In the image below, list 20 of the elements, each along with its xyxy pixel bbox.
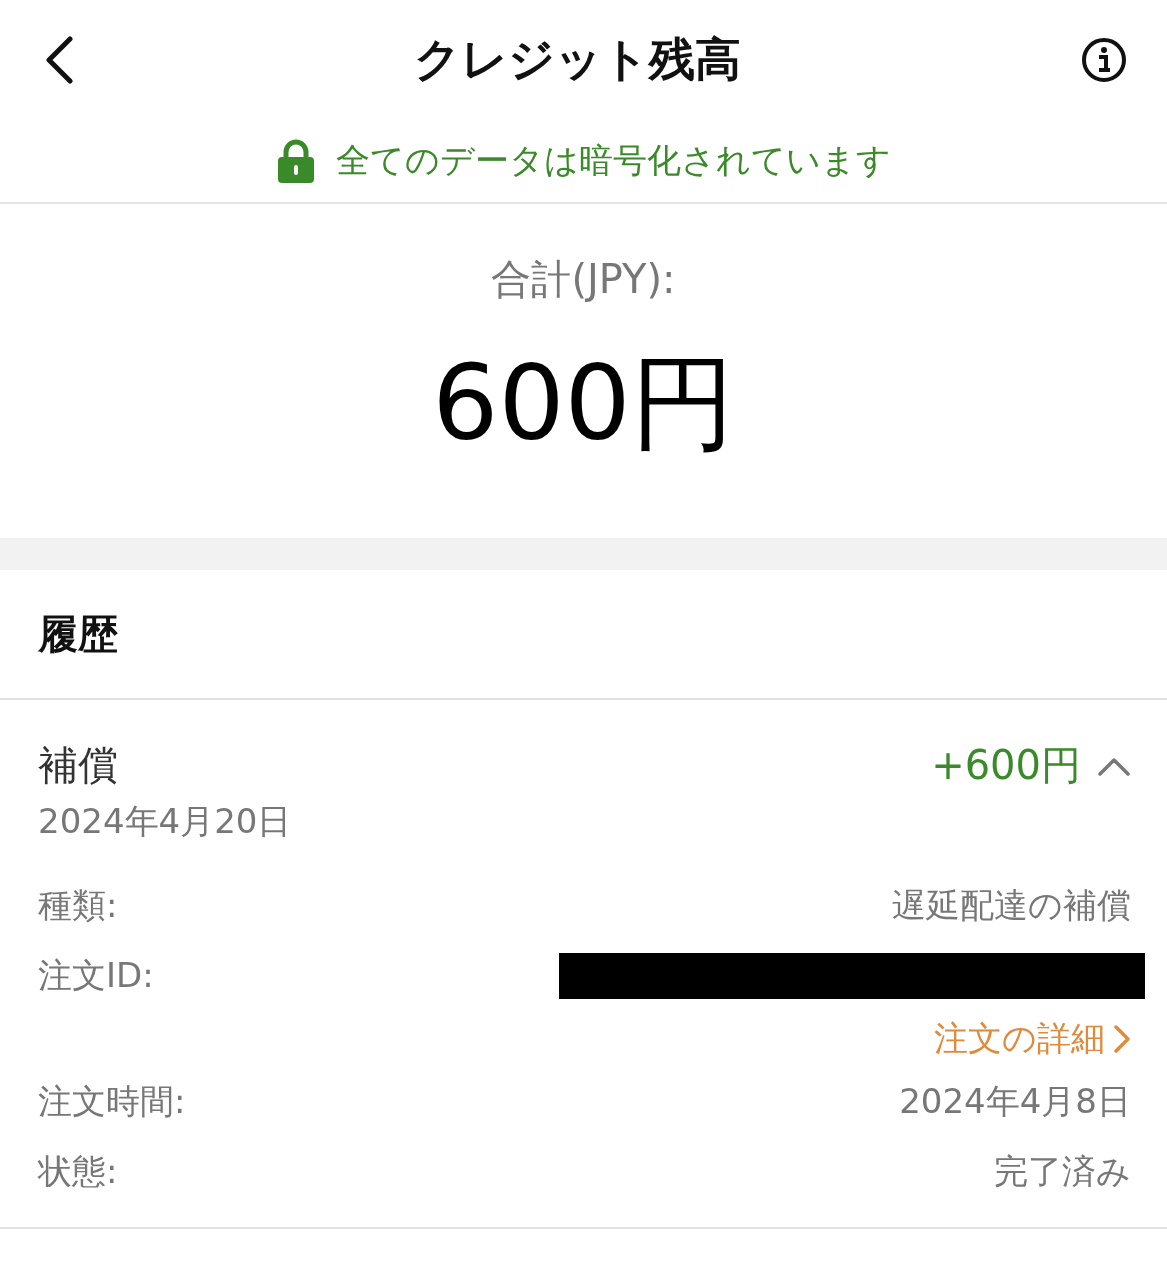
detail-label: 注文ID: xyxy=(38,954,154,997)
detail-label: 注文時間: xyxy=(38,1080,186,1123)
order-details-link[interactable]: 注文の詳細 xyxy=(934,1016,1131,1062)
entry-date: 2024年4月20日 xyxy=(38,800,293,843)
detail-label: 状態: xyxy=(38,1150,118,1193)
entry-title: 補償 xyxy=(38,741,118,790)
chevron-right-icon xyxy=(1113,1024,1131,1054)
detail-label: 種類: xyxy=(38,884,118,927)
balance-amount: 600円 xyxy=(432,341,735,466)
detail-value: 2024年4月8日 xyxy=(899,1080,1131,1123)
lock-icon xyxy=(276,139,316,183)
detail-value: 完了済み xyxy=(994,1150,1131,1193)
security-notice: 全てのデータは暗号化されています xyxy=(336,139,891,182)
page-title: クレジット残高 xyxy=(414,31,741,88)
detail-value: 遅延配達の補償 xyxy=(892,884,1131,927)
entry-amount: +600円 xyxy=(931,741,1081,790)
section-title: 履歴 xyxy=(0,570,1167,700)
back-icon[interactable] xyxy=(44,36,74,84)
balance-label: 合計(JPY): xyxy=(491,255,676,304)
info-icon[interactable] xyxy=(1081,37,1127,83)
